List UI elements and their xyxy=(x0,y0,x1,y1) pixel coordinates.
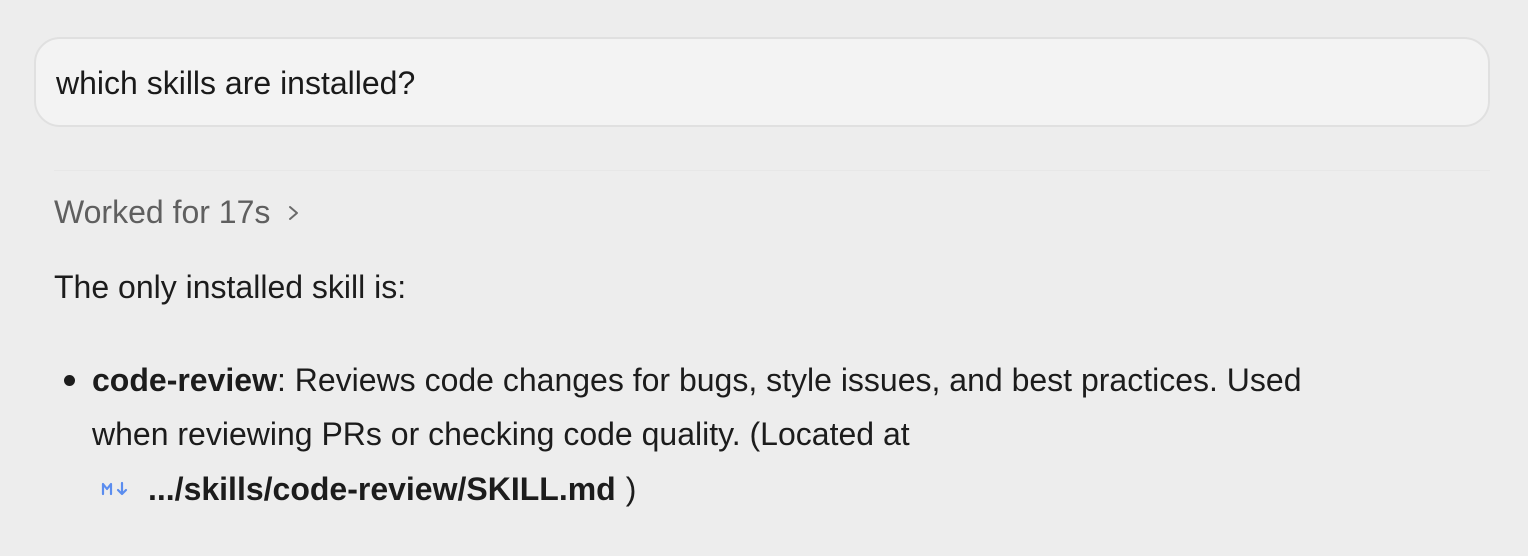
chat-transcript: which skills are installed? Worked for 1… xyxy=(0,0,1528,556)
skill-file-link[interactable]: .../skills/code-review/SKILL.md xyxy=(148,469,616,509)
skill-file-reference: .../skills/code-review/SKILL.md ) xyxy=(92,469,636,509)
skill-name: code-review xyxy=(92,362,277,398)
user-message-text: which skills are installed? xyxy=(56,65,416,101)
closing-parenthesis: ) xyxy=(625,471,637,507)
skill-description-line2: when reviewing PRs or checking code qual… xyxy=(92,416,910,452)
worked-for-label: Worked for 17s xyxy=(54,194,271,230)
chevron-right-icon xyxy=(289,206,299,220)
skill-description-line1: : Reviews code changes for bugs, style i… xyxy=(276,362,1302,398)
markdown-file-icon xyxy=(100,478,134,500)
user-message-bubble: which skills are installed? xyxy=(34,37,1490,127)
list-bullet xyxy=(64,375,75,386)
skill-list-item: code-review: Reviews code changes for bu… xyxy=(92,360,1301,400)
assistant-intro-text: The only installed skill is: xyxy=(54,269,407,305)
worked-for-toggle[interactable]: Worked for 17s xyxy=(54,192,302,232)
divider xyxy=(54,170,1490,171)
